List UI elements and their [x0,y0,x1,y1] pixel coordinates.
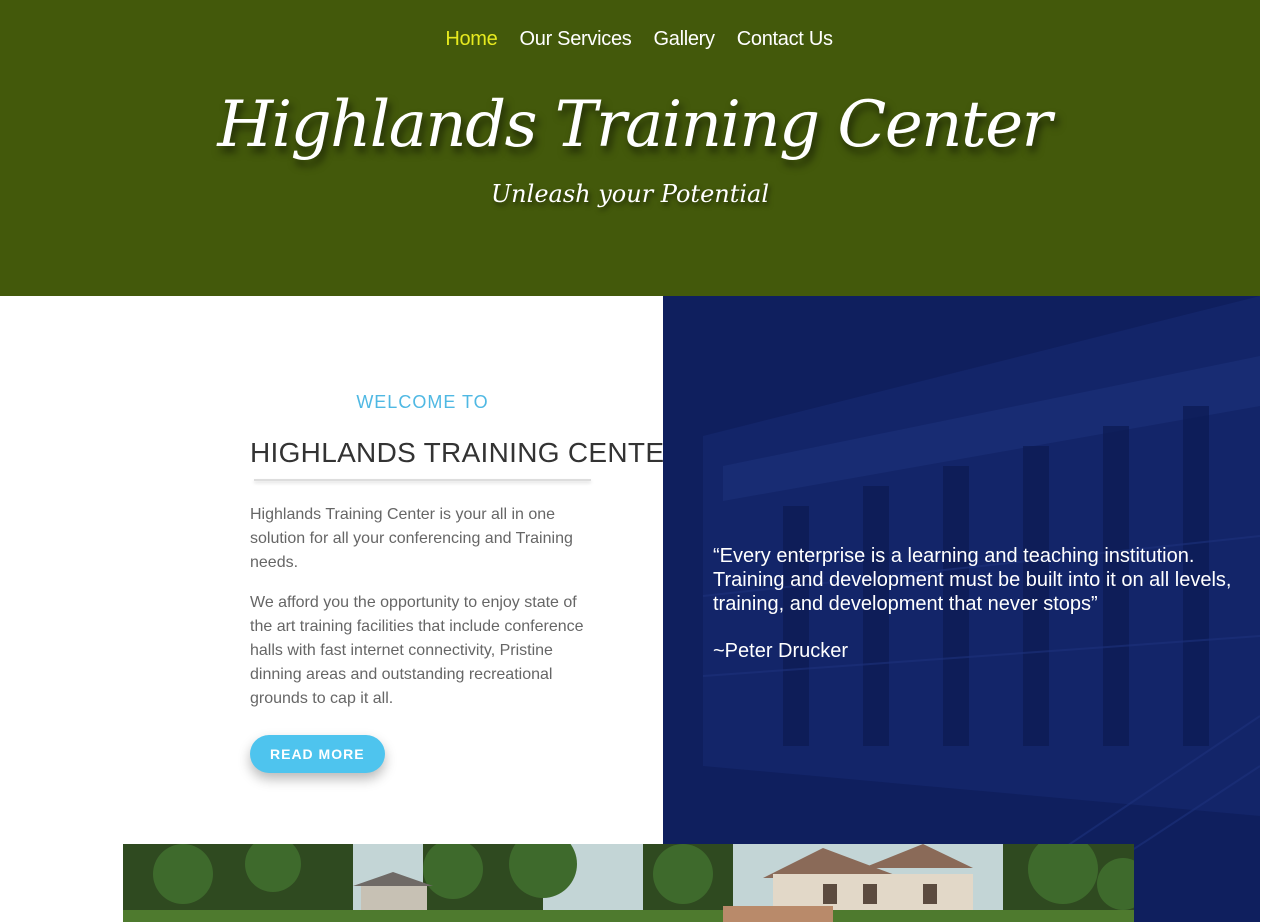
nav-item-gallery[interactable]: Gallery [653,28,715,51]
read-more-button[interactable]: READ MORE [250,735,385,773]
quote-author: ~Peter Drucker [713,640,849,662]
page: Home Our Services Gallery Contact Us Hig… [0,0,1260,922]
nav-item-home[interactable]: Home [445,28,497,51]
welcome-heading: HIGHLANDS TRAINING CENTER [250,437,685,468]
site-tagline: Unleash your Potential [490,180,770,208]
heading-divider [254,479,591,481]
quote-panel: “Every enterprise is a learning and teac… [663,296,1260,922]
site-header: Home Our Services Gallery Contact Us Hig… [0,0,1260,296]
welcome-paragraph-2: We afford you the opportunity to enjoy s… [250,594,584,707]
site-title: Highlands Training Center [217,88,1052,162]
nav-item-contact-us[interactable]: Contact Us [737,28,833,51]
campus-photo [123,844,1134,922]
quote-text: “Every enterprise is a learning and teac… [713,545,1232,615]
nav-item-our-services[interactable]: Our Services [519,28,631,51]
welcome-kicker: WELCOME TO [356,392,489,412]
main-nav: Home Our Services Gallery Contact Us [0,28,1260,51]
welcome-section: WELCOME TO HIGHLANDS TRAINING CENTER Hig… [250,392,685,773]
campus-photo-image [123,844,1134,922]
welcome-paragraph-1: Highlands Training Center is your all in… [250,506,573,571]
